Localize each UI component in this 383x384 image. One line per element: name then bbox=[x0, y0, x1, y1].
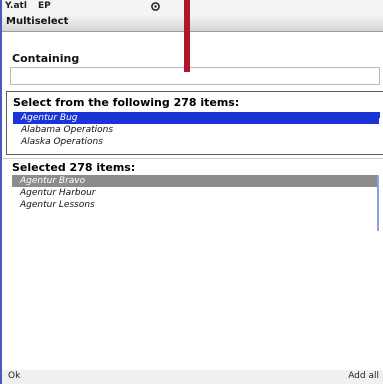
list-item[interactable]: Alaska Operations bbox=[13, 136, 379, 148]
available-items-heading: Select from the following 278 items: bbox=[13, 96, 240, 109]
list-item[interactable]: Agentur Lessons bbox=[12, 199, 378, 211]
list-item-label: Agentur Harbour bbox=[20, 188, 96, 198]
title-bar: Multiselect bbox=[2, 14, 383, 32]
list-item-label: Agentur Lessons bbox=[20, 200, 95, 210]
pointer-marker bbox=[184, 0, 190, 72]
gear-icon bbox=[150, 1, 161, 12]
selected-items-panel: Selected 278 items: Agentur Bravo Agentu… bbox=[6, 161, 383, 241]
softkey-bar: Ok Add all bbox=[2, 370, 383, 384]
list-item-label: Agentur Bug bbox=[21, 113, 78, 123]
page-title: Multiselect bbox=[6, 16, 69, 27]
list-item-label: Alaska Operations bbox=[21, 137, 103, 147]
device-screen: Y.atl EP Multiselect Containing Select f… bbox=[2, 0, 383, 384]
available-items-panel: Select from the following 278 items: Age… bbox=[6, 91, 383, 155]
available-items-list: Agentur Bug Alabama Operations Alaska Op… bbox=[13, 112, 379, 148]
list-item[interactable]: Agentur Bravo bbox=[12, 175, 378, 187]
selected-items-list: Agentur Bravo Agentur Harbour Agentur Le… bbox=[12, 175, 378, 211]
containing-input[interactable] bbox=[10, 67, 380, 85]
selected-items-heading: Selected 278 items: bbox=[12, 161, 136, 174]
list-item-label: Alabama Operations bbox=[21, 125, 114, 135]
ok-softkey[interactable]: Ok bbox=[8, 371, 20, 381]
list-item[interactable]: Alabama Operations bbox=[13, 124, 379, 136]
divider bbox=[2, 158, 383, 159]
list-item-label: Agentur Bravo bbox=[20, 176, 86, 186]
selected-scrollbar[interactable] bbox=[377, 175, 379, 231]
add-all-softkey[interactable]: Add all bbox=[348, 371, 379, 381]
network-indicator: EP bbox=[38, 1, 51, 11]
containing-label: Containing bbox=[12, 52, 80, 65]
status-bar: Y.atl EP bbox=[2, 0, 383, 14]
list-item[interactable]: Agentur Bug bbox=[13, 112, 379, 124]
signal-indicator: Y.atl bbox=[5, 1, 27, 11]
available-scrollbar[interactable] bbox=[378, 112, 380, 118]
app-window: Y.atl EP Multiselect Containing Select f… bbox=[0, 0, 383, 384]
list-item[interactable]: Agentur Harbour bbox=[12, 187, 378, 199]
